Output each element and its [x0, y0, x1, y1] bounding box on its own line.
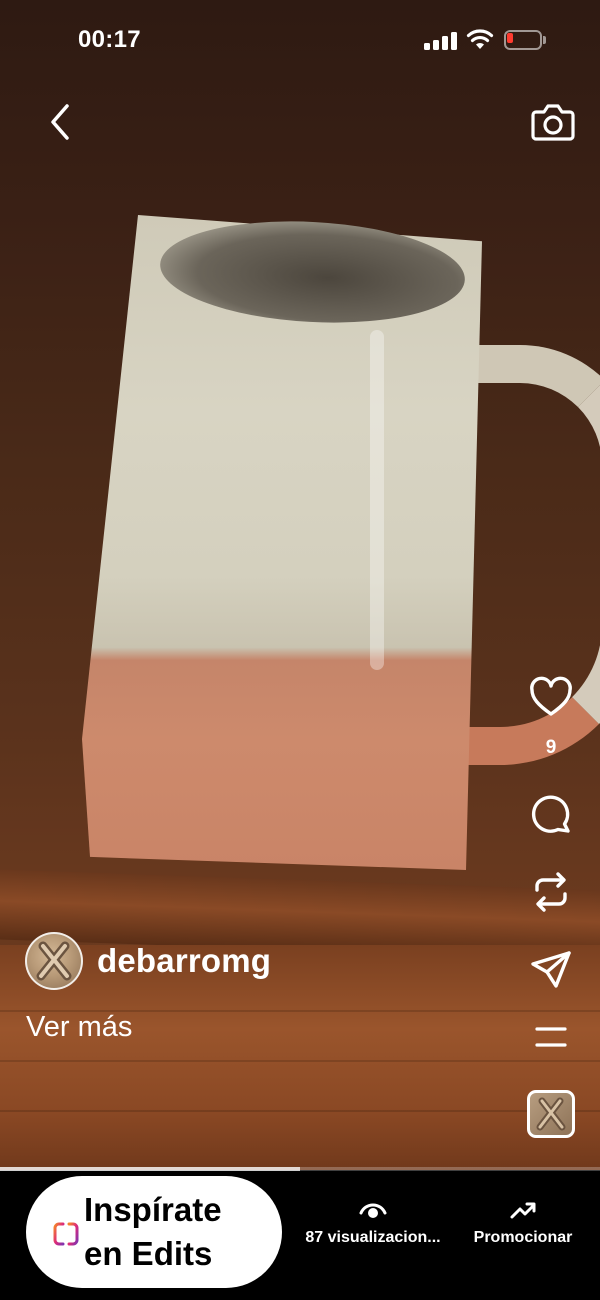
heart-icon [530, 676, 572, 716]
camera-button[interactable] [530, 100, 576, 144]
promote-button[interactable]: Promocionar [466, 1199, 580, 1247]
like-button[interactable] [528, 676, 574, 720]
edits-promo-button[interactable]: Inspírate en Edits [26, 1176, 282, 1288]
status-bar: 00:17 [0, 0, 600, 82]
views-button[interactable]: 87 visualizacion... [298, 1199, 448, 1247]
status-time: 00:17 [78, 26, 141, 53]
audio-thumbnail[interactable] [527, 1090, 575, 1138]
edits-label-line1: Inspírate [84, 1191, 222, 1228]
crossed-hands-icon [36, 941, 72, 981]
menu-icon [535, 1027, 567, 1047]
repost-button[interactable] [528, 870, 574, 914]
post-author: debarromg [25, 932, 271, 990]
like-count: 9 [545, 737, 557, 758]
wood-grain [0, 1060, 600, 1062]
chevron-left-icon [51, 104, 69, 140]
crossed-hands-icon [536, 1097, 566, 1131]
send-icon [531, 951, 571, 988]
camera-icon [531, 104, 575, 141]
edits-logo-icon [53, 1220, 79, 1248]
see-more-link[interactable]: Ver más [26, 1011, 132, 1044]
promote-label: Promocionar [473, 1229, 573, 1246]
wifi-icon [466, 29, 494, 49]
eye-icon [359, 1203, 387, 1218]
cellular-signal-icon [424, 32, 458, 50]
edits-promo-label: Inspírate en Edits [84, 1188, 222, 1276]
comment-button[interactable] [528, 794, 574, 838]
comment-icon [531, 795, 570, 833]
bottom-bar: Inspírate en Edits 87 visualizacion... P… [0, 1171, 600, 1300]
share-button[interactable] [528, 948, 574, 992]
wood-grain [0, 1110, 600, 1112]
jug-highlight [370, 330, 384, 670]
edits-label-line2: en Edits [84, 1235, 213, 1272]
more-options-button[interactable] [528, 1016, 574, 1060]
reel-video-frame[interactable] [0, 0, 600, 1170]
battery-icon [504, 30, 546, 50]
username[interactable]: debarromg [97, 942, 271, 980]
repost-icon [535, 872, 567, 912]
avatar[interactable] [25, 932, 83, 990]
trending-up-icon [510, 1202, 536, 1219]
views-count-label: 87 visualizacion... [305, 1229, 441, 1246]
back-button[interactable] [40, 100, 80, 144]
